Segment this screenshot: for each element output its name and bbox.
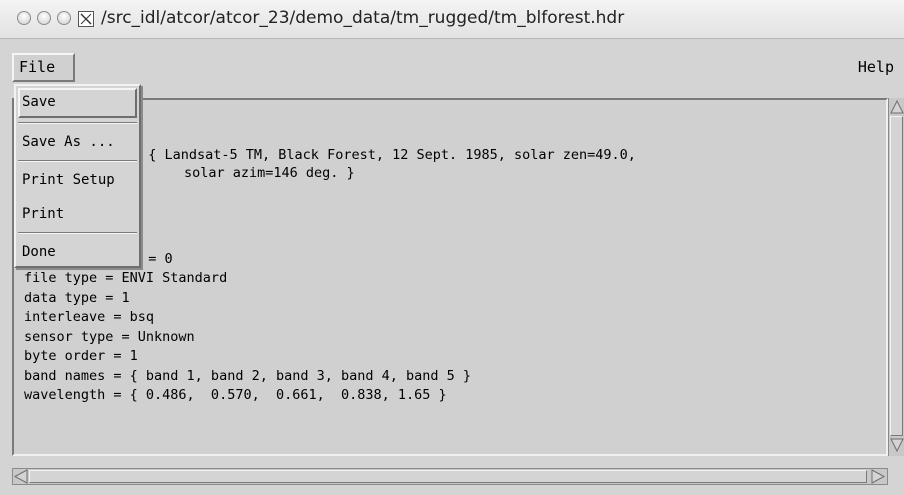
text-line: = { Landsat-5 TM, Black Forest, 12 Sept.… <box>132 147 636 163</box>
menu-item-done[interactable]: Done <box>22 244 56 260</box>
close-icon[interactable] <box>17 11 31 25</box>
window-title: /src_idl/atcor/atcor_23/demo_data/tm_rug… <box>101 8 625 28</box>
text-line: byte order = 1 <box>24 348 138 364</box>
scroll-right-arrow-icon[interactable] <box>870 469 886 484</box>
header-text-area[interactable]: = { Landsat-5 TM, Black Forest, 12 Sept.… <box>12 98 888 456</box>
scroll-down-arrow-icon[interactable] <box>890 437 904 453</box>
menu-separator <box>18 232 137 234</box>
text-line: solar azim=146 deg. } <box>184 165 355 181</box>
horizontal-scroll-thumb[interactable] <box>29 470 867 483</box>
text-line: band names = { band 1, band 2, band 3, b… <box>24 368 472 384</box>
help-menu-button[interactable]: Help <box>858 58 894 76</box>
file-menu-button[interactable]: File <box>12 53 75 82</box>
file-dropdown-menu: Save Save As ... Print Setup Print Done <box>14 84 141 268</box>
text-line: data type = 1 <box>24 290 130 306</box>
menu-separator <box>18 160 137 162</box>
horizontal-scrollbar[interactable] <box>12 468 888 485</box>
text-line: sensor type = Unknown <box>24 329 195 345</box>
menu-item-save[interactable]: Save <box>22 94 56 110</box>
menu-item-print[interactable]: Print <box>22 206 64 222</box>
vertical-scrollbar[interactable] <box>888 98 904 456</box>
scroll-left-arrow-icon[interactable] <box>13 469 29 484</box>
menu-item-print-setup[interactable]: Print Setup <box>22 172 115 188</box>
vertical-scroll-thumb[interactable] <box>890 116 903 436</box>
text-line: file type = ENVI Standard <box>24 270 228 286</box>
text-line: wavelength = { 0.486, 0.570, 0.661, 0.83… <box>24 387 447 403</box>
zoom-icon[interactable] <box>57 11 71 25</box>
minimize-icon[interactable] <box>37 11 51 25</box>
title-bar: /src_idl/atcor/atcor_23/demo_data/tm_rug… <box>0 0 904 39</box>
menu-item-save-as[interactable]: Save As ... <box>22 134 115 150</box>
x11-icon <box>78 11 94 27</box>
menu-separator <box>18 122 137 124</box>
text-line: interleave = bsq <box>24 309 155 325</box>
scroll-up-arrow-icon[interactable] <box>890 99 904 115</box>
